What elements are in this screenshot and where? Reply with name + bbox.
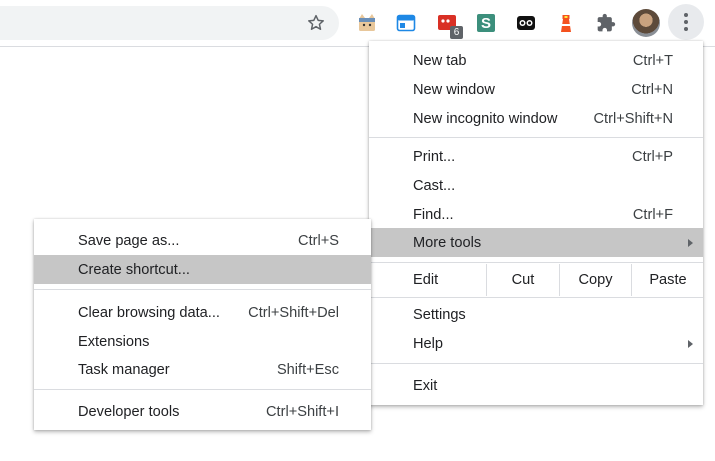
menu-item-label: New window bbox=[413, 81, 495, 98]
menu-item-shortcut: Ctrl+Shift+N bbox=[593, 110, 673, 127]
menu-item-label: Save page as... bbox=[78, 232, 180, 249]
extension-badge: 6 bbox=[450, 26, 463, 39]
menu-separator bbox=[34, 389, 371, 390]
menu-separator bbox=[369, 137, 703, 138]
menu-item-shortcut: Ctrl+T bbox=[632, 52, 673, 69]
profile-avatar[interactable] bbox=[632, 9, 660, 37]
kebab-dot bbox=[684, 27, 688, 31]
menu-item-exit[interactable]: Exit bbox=[369, 371, 703, 400]
puzzle-icon[interactable] bbox=[594, 11, 618, 35]
submenu-item-clear-browsing-data[interactable]: Clear browsing data... Ctrl+Shift+Del bbox=[34, 298, 371, 327]
menu-item-help[interactable]: Help bbox=[369, 329, 703, 358]
menu-item-new-tab[interactable]: New tab Ctrl+T bbox=[369, 46, 703, 75]
menu-item-more-tools[interactable]: More tools bbox=[369, 228, 703, 257]
menu-item-label: New tab bbox=[413, 52, 467, 69]
submenu-item-create-shortcut[interactable]: Create shortcut... bbox=[34, 255, 371, 284]
submenu-item-task-manager[interactable]: Task manager Shift+Esc bbox=[34, 355, 371, 384]
paste-button[interactable]: Paste bbox=[631, 264, 704, 296]
more-tools-submenu: Save page as... Ctrl+S Create shortcut..… bbox=[34, 219, 371, 430]
submenu-arrow-icon bbox=[688, 339, 693, 348]
s-green-icon[interactable]: S bbox=[474, 11, 498, 35]
menu-item-find[interactable]: Find... Ctrl+F bbox=[369, 200, 703, 229]
browser-main-menu: New tab Ctrl+T New window Ctrl+N New inc… bbox=[369, 41, 703, 405]
cut-button[interactable]: Cut bbox=[486, 264, 559, 296]
red-app-icon[interactable]: 6 bbox=[435, 11, 463, 39]
kebab-dot bbox=[684, 20, 688, 24]
edit-row: Edit Cut Copy Paste bbox=[369, 264, 703, 296]
menu-item-new-window[interactable]: New window Ctrl+N bbox=[369, 75, 703, 104]
more-options-icon[interactable] bbox=[668, 4, 704, 40]
menu-item-label: Print... bbox=[413, 148, 456, 165]
edit-label: Edit bbox=[413, 272, 439, 288]
menu-item-label: Cast... bbox=[413, 177, 456, 194]
menu-item-shortcut: Ctrl+P bbox=[632, 148, 673, 165]
menu-separator bbox=[369, 363, 703, 364]
menu-item-label: More tools bbox=[413, 234, 482, 251]
menu-item-label: Task manager bbox=[78, 361, 170, 378]
menu-item-shortcut: Ctrl+Shift+Del bbox=[248, 304, 339, 321]
menu-separator bbox=[369, 262, 703, 263]
submenu-item-developer-tools[interactable]: Developer tools Ctrl+Shift+I bbox=[34, 397, 371, 426]
menu-item-shortcut: Ctrl+N bbox=[631, 81, 673, 98]
menu-item-shortcut: Ctrl+S bbox=[298, 232, 339, 249]
browser-toolbar: 6 S bbox=[0, 0, 715, 46]
menu-item-shortcut: Ctrl+F bbox=[632, 206, 673, 223]
menu-item-settings[interactable]: Settings bbox=[369, 300, 703, 329]
menu-item-shortcut: Ctrl+Shift+I bbox=[266, 403, 339, 420]
cat-face-icon[interactable] bbox=[355, 11, 379, 35]
menu-item-label: Developer tools bbox=[78, 403, 180, 420]
menu-item-label: Settings bbox=[413, 306, 466, 323]
menu-separator bbox=[34, 289, 371, 290]
lighthouse-icon[interactable] bbox=[554, 11, 578, 35]
menu-item-cast[interactable]: Cast... bbox=[369, 171, 703, 200]
binoculars-icon[interactable] bbox=[514, 11, 538, 35]
address-bar[interactable] bbox=[0, 6, 339, 40]
bookmark-star-icon[interactable] bbox=[303, 10, 329, 36]
submenu-item-save-page[interactable]: Save page as... Ctrl+S bbox=[34, 226, 371, 255]
menu-item-label: Create shortcut... bbox=[78, 261, 190, 278]
copy-button[interactable]: Copy bbox=[559, 264, 631, 296]
menu-item-label: Clear browsing data... bbox=[78, 304, 220, 321]
menu-separator bbox=[369, 297, 703, 298]
submenu-arrow-icon bbox=[688, 238, 693, 247]
svg-text:S: S bbox=[481, 15, 491, 32]
menu-item-shortcut: Shift+Esc bbox=[276, 361, 339, 378]
menu-item-label: Help bbox=[413, 335, 444, 352]
menu-item-new-incognito-window[interactable]: New incognito window Ctrl+Shift+N bbox=[369, 104, 703, 133]
menu-item-label: Exit bbox=[413, 377, 438, 394]
window-blue-icon[interactable] bbox=[394, 11, 418, 35]
submenu-item-extensions[interactable]: Extensions bbox=[34, 327, 371, 356]
menu-item-label: Find... bbox=[413, 206, 454, 223]
menu-item-label: Extensions bbox=[78, 333, 150, 350]
menu-item-label: New incognito window bbox=[413, 110, 558, 127]
menu-item-print[interactable]: Print... Ctrl+P bbox=[369, 142, 703, 171]
kebab-dot bbox=[684, 13, 688, 17]
